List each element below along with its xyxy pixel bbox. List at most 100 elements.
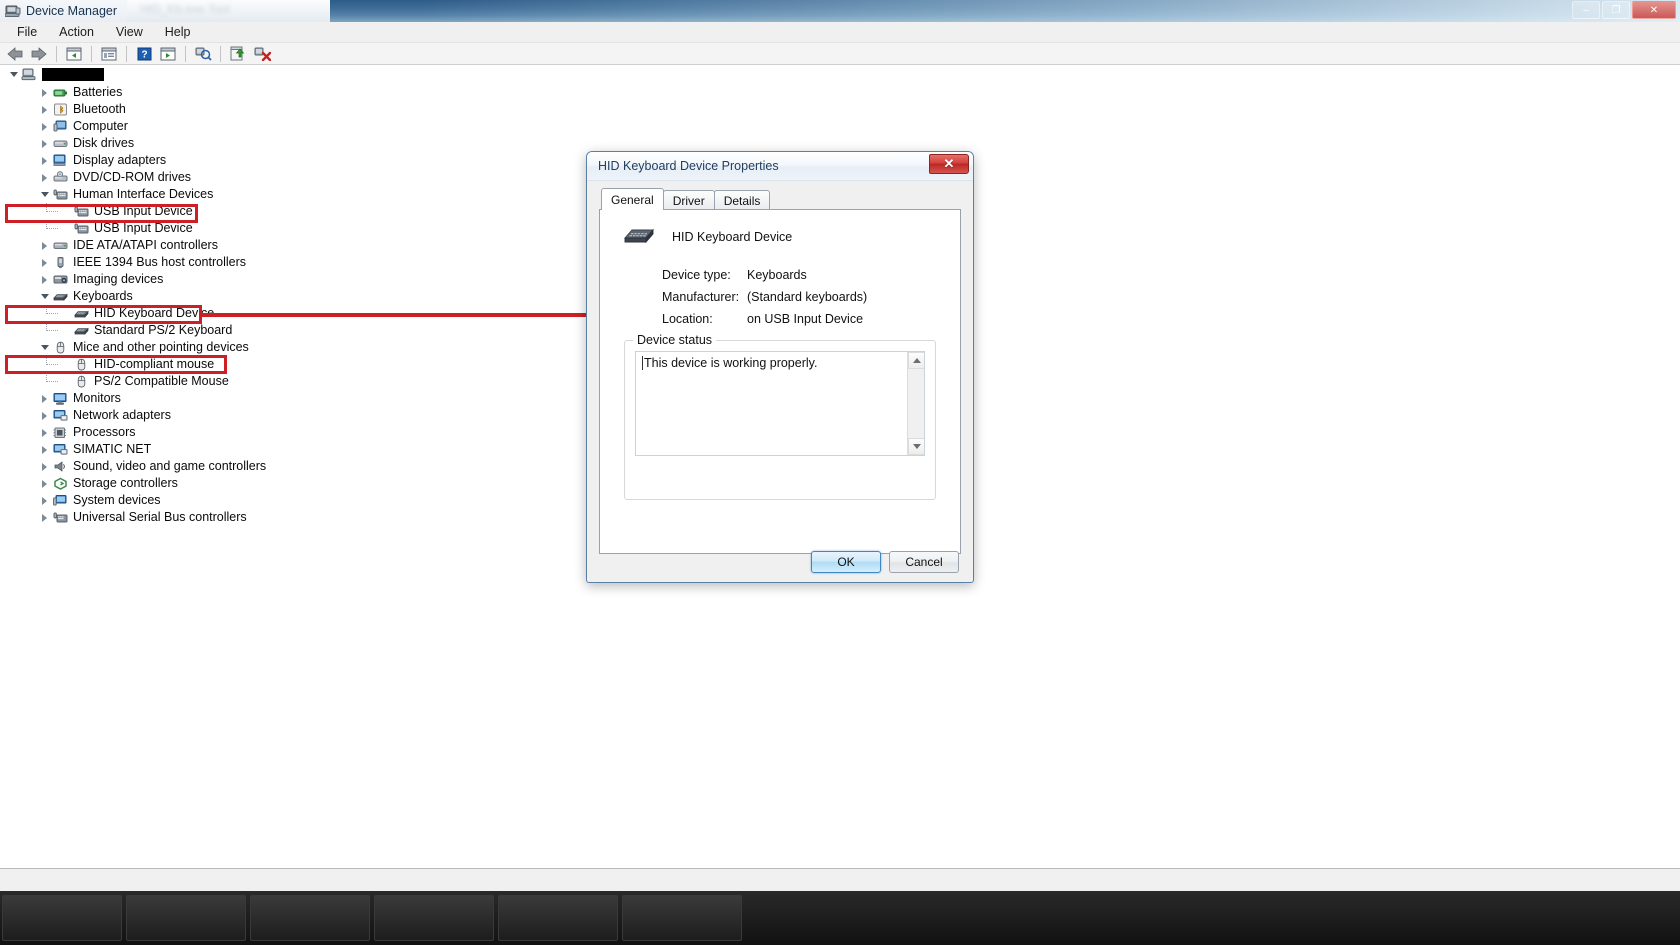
expander-collapsed-icon[interactable]: [39, 478, 50, 489]
tree-connector: [46, 228, 58, 229]
imaging-device-icon: [52, 272, 73, 287]
expander-collapsed-icon[interactable]: [39, 274, 50, 285]
tree-node-computer[interactable]: Computer: [0, 118, 1680, 135]
menu-action[interactable]: Action: [48, 23, 105, 41]
help-icon[interactable]: ?: [133, 44, 155, 64]
toolbar-separator: [185, 45, 186, 62]
tree-node-label: Processors: [73, 425, 136, 439]
dialog-button-row: OK Cancel: [811, 551, 959, 573]
usb-controller-icon: [52, 510, 73, 525]
menu-bar: File Action View Help: [0, 22, 1680, 43]
expander-collapsed-icon[interactable]: [39, 155, 50, 166]
tab-details[interactable]: Details: [713, 190, 771, 210]
imaging-device-icon: [53, 275, 68, 284]
expander-collapsed-icon[interactable]: [39, 121, 50, 132]
taskbar-item[interactable]: [250, 895, 370, 941]
system-device-icon: [52, 493, 73, 508]
mouse-icon: [73, 357, 94, 372]
dialog-close-button[interactable]: ✕: [929, 154, 969, 174]
expander-icon[interactable]: [8, 69, 19, 80]
tab-general[interactable]: General: [601, 188, 664, 210]
scan-for-hardware-changes-icon[interactable]: [192, 44, 214, 64]
expander-collapsed-icon[interactable]: [39, 461, 50, 472]
device-status-scrollbar[interactable]: [907, 352, 924, 455]
network-adapter-icon: [53, 410, 68, 421]
tree-connector: [46, 373, 47, 382]
mouse-icon: [77, 358, 86, 371]
close-button[interactable]: ✕: [1632, 1, 1676, 19]
hid-icon: [53, 189, 68, 200]
dialog-title-bar: HID Keyboard Device Properties ✕: [587, 152, 973, 181]
info-value: Keyboards: [747, 268, 807, 282]
device-header: HID Keyboard Device: [622, 224, 946, 250]
system-device-icon: [53, 495, 67, 506]
taskbar-item[interactable]: [622, 895, 742, 941]
taskbar-item[interactable]: [126, 895, 246, 941]
device-properties-dialog[interactable]: HID Keyboard Device Properties ✕ General…: [586, 151, 974, 583]
expander-collapsed-icon[interactable]: [39, 495, 50, 506]
taskbar-item[interactable]: [2, 895, 122, 941]
expander-collapsed-icon[interactable]: [39, 410, 50, 421]
show-hide-console-tree-icon[interactable]: [63, 44, 85, 64]
expander-collapsed-icon[interactable]: [39, 240, 50, 251]
tree-node-label: IDE ATA/ATAPI controllers: [73, 238, 218, 252]
properties-icon[interactable]: [98, 44, 120, 64]
keyboard-icon: [624, 228, 654, 244]
maximize-button[interactable]: ❐: [1602, 1, 1630, 19]
back-icon[interactable]: [4, 44, 26, 64]
tree-node-bluetooth[interactable]: Bluetooth: [0, 101, 1680, 118]
title-bar-glass-sheen: [420, 0, 1680, 22]
minimize-button[interactable]: –: [1572, 1, 1600, 19]
expander-collapsed-icon[interactable]: [39, 87, 50, 98]
expander-collapsed-icon[interactable]: [39, 104, 50, 115]
expander-collapsed-icon[interactable]: [39, 393, 50, 404]
expander-expanded-icon[interactable]: [39, 189, 50, 200]
menu-view[interactable]: View: [105, 23, 154, 41]
scroll-up-icon[interactable]: [908, 352, 924, 369]
expander-collapsed-icon[interactable]: [39, 444, 50, 455]
tree-node-disk-drives[interactable]: Disk drives: [0, 135, 1680, 152]
tree-connector: [46, 203, 47, 212]
tree-connector: [46, 211, 58, 212]
info-value: (Standard keyboards): [747, 290, 868, 304]
taskbar-item[interactable]: [498, 895, 618, 941]
dialog-body: General Driver Details HID Keyboard Devi…: [587, 181, 973, 582]
expander-collapsed-icon[interactable]: [39, 257, 50, 268]
dialog-title: HID Keyboard Device Properties: [598, 159, 779, 173]
taskbar[interactable]: [0, 891, 1680, 945]
processor-icon: [53, 427, 67, 438]
tree-node-label: Bluetooth: [73, 102, 126, 116]
tree-node-label: Network adapters: [73, 408, 171, 422]
update-driver-software-icon[interactable]: [227, 44, 249, 64]
expander-collapsed-icon[interactable]: [39, 172, 50, 183]
tab-driver[interactable]: Driver: [662, 190, 715, 210]
menu-help[interactable]: Help: [154, 23, 202, 41]
status-bar: [0, 868, 1680, 891]
ide-controller-icon: [53, 242, 68, 249]
tree-node-label: Imaging devices: [73, 272, 164, 286]
usb-input-icon: [74, 206, 89, 217]
toolbar-separator: [91, 45, 92, 62]
expander-expanded-icon[interactable]: [39, 291, 50, 302]
show-hide-action-pane-icon[interactable]: [157, 44, 179, 64]
usb-input-icon: [74, 223, 89, 234]
taskbar-item[interactable]: [374, 895, 494, 941]
tree-root-node[interactable]: [0, 65, 1680, 84]
expander-expanded-icon[interactable]: [39, 342, 50, 353]
uninstall-device-icon[interactable]: [251, 44, 273, 64]
tree-node-label: Disk drives: [73, 136, 135, 150]
network-adapter-icon: [52, 442, 73, 457]
tree-node-batteries[interactable]: Batteries: [0, 84, 1680, 101]
scroll-down-icon[interactable]: [908, 438, 924, 455]
redacted-computer-name: [42, 68, 104, 81]
expander-collapsed-icon[interactable]: [39, 512, 50, 523]
tree-node-label: Keyboards: [73, 289, 133, 303]
expander-collapsed-icon[interactable]: [39, 138, 50, 149]
expander-collapsed-icon[interactable]: [39, 427, 50, 438]
tree-connector: [46, 330, 58, 331]
device-status-textbox[interactable]: This device is working properly.: [635, 351, 925, 456]
forward-icon[interactable]: [28, 44, 50, 64]
ok-button[interactable]: OK: [811, 551, 881, 573]
menu-file[interactable]: File: [6, 23, 48, 41]
cancel-button[interactable]: Cancel: [889, 551, 959, 573]
